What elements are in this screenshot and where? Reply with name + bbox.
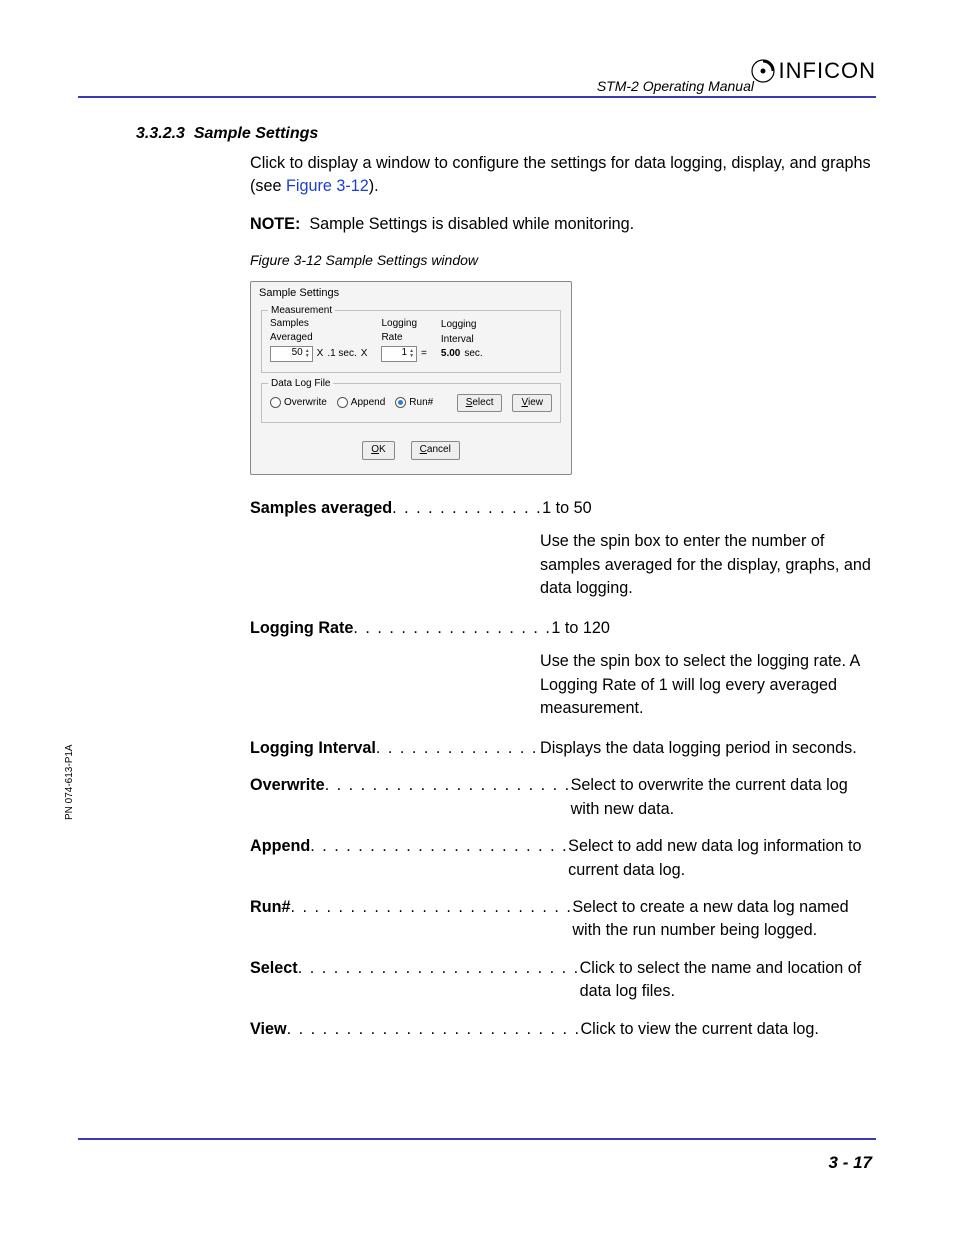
leader-dots: . . . . . . . . . . . . . bbox=[392, 497, 542, 520]
leader-dots: . . . . . . . . . . . . . . . . . . . . … bbox=[290, 896, 572, 919]
def-runnum: Run# . . . . . . . . . . . . . . . . . .… bbox=[250, 896, 880, 943]
def-samples-averaged: Samples averaged . . . . . . . . . . . .… bbox=[250, 497, 880, 520]
logging-rate-label-1: Logging bbox=[381, 317, 417, 332]
cancel-button-rest: ancel bbox=[427, 444, 451, 455]
leader-dots: . . . . . . . . . . . . . . . . . bbox=[353, 617, 551, 640]
term-runnum: Run# bbox=[250, 896, 290, 919]
def-logging-rate: Logging Rate . . . . . . . . . . . . . .… bbox=[250, 617, 880, 640]
note-paragraph: NOTE: Sample Settings is disabled while … bbox=[250, 213, 880, 236]
figure-caption: Figure 3-12 Sample Settings window bbox=[250, 250, 880, 270]
radio-icon bbox=[270, 397, 281, 408]
datalog-group-label: Data Log File bbox=[268, 377, 333, 392]
val-select: Click to select the name and location of… bbox=[580, 957, 880, 1004]
figure-link[interactable]: Figure 3-12 bbox=[286, 177, 369, 195]
val-logging-interval: Displays the data logging period in seco… bbox=[540, 737, 880, 760]
term-select: Select bbox=[250, 957, 298, 980]
page-number: 3 - 17 bbox=[829, 1153, 872, 1173]
leader-dots: . . . . . . . . . . . . . . . . . . . . … bbox=[310, 835, 568, 858]
def-select: Select. . . . . . . . . . . . . . . . . … bbox=[250, 957, 880, 1004]
desc-samples-averaged: Use the spin box to enter the number of … bbox=[540, 530, 880, 600]
select-button-rest: elect bbox=[472, 397, 493, 408]
val-logging-rate: 1 to 120 bbox=[551, 617, 880, 640]
term-logging-rate: Logging Rate bbox=[250, 617, 353, 640]
logging-rate-value: 1 bbox=[402, 346, 408, 361]
samples-averaged-value: 50 bbox=[292, 346, 303, 361]
header-rule bbox=[78, 96, 876, 98]
sample-settings-dialog: Sample Settings Measurement Samples Aver… bbox=[250, 281, 572, 475]
leader-dots: . . . . . . . . . . . . . . . . . . . . … bbox=[287, 1018, 581, 1041]
def-view: View . . . . . . . . . . . . . . . . . .… bbox=[250, 1018, 880, 1041]
leader-dots: . . . . . . . . . . . . . . . . . . . . … bbox=[298, 957, 580, 980]
mult-x-1: X bbox=[317, 347, 324, 362]
def-append: Append . . . . . . . . . . . . . . . . .… bbox=[250, 835, 880, 882]
radio-icon bbox=[395, 397, 406, 408]
sec-label-1: .1 sec. bbox=[327, 347, 356, 362]
radio-icon bbox=[337, 397, 348, 408]
def-overwrite: Overwrite. . . . . . . . . . . . . . . .… bbox=[250, 774, 880, 821]
desc-logging-rate: Use the spin box to select the logging r… bbox=[540, 650, 880, 720]
def-logging-interval: Logging Interval . . . . . . . . . . . .… bbox=[250, 737, 880, 760]
leader-dots: . . . . . . . . . . . . . . bbox=[376, 737, 540, 760]
part-number: PN 074-613-P1A bbox=[64, 744, 75, 820]
measurement-group-label: Measurement bbox=[268, 304, 335, 319]
append-radio-label: Append bbox=[351, 396, 385, 411]
val-append: Select to add new data log information t… bbox=[568, 835, 880, 882]
logging-interval-label-1: Logging bbox=[441, 318, 483, 333]
ok-button-rest: K bbox=[379, 444, 386, 455]
note-text: Sample Settings is disabled while monito… bbox=[309, 215, 634, 233]
inficon-icon bbox=[751, 59, 775, 83]
term-view: View bbox=[250, 1018, 287, 1041]
term-samples-averaged: Samples averaged bbox=[250, 497, 392, 520]
view-button-rest: iew bbox=[528, 397, 543, 408]
term-overwrite: Overwrite bbox=[250, 774, 325, 797]
append-radio[interactable]: Append bbox=[337, 396, 385, 411]
footer-rule bbox=[78, 1138, 876, 1140]
overwrite-radio[interactable]: Overwrite bbox=[270, 396, 327, 411]
spin-arrows-icon[interactable]: ▲▼ bbox=[409, 349, 414, 359]
val-view: Click to view the current data log. bbox=[580, 1018, 880, 1041]
view-button[interactable]: View bbox=[512, 394, 552, 413]
mult-x-2: X bbox=[361, 347, 368, 362]
samples-averaged-label-2: Averaged bbox=[270, 331, 313, 346]
logging-rate-spin[interactable]: 1 ▲▼ bbox=[381, 346, 417, 362]
measurement-group: Measurement Samples Averaged 50 ▲▼ X bbox=[261, 310, 561, 373]
section-heading: 3.3.2.3 Sample Settings bbox=[136, 125, 318, 143]
leader-dots: . . . . . . . . . . . . . . . . . . . . … bbox=[325, 774, 571, 797]
runnum-radio[interactable]: Run# bbox=[395, 396, 433, 411]
spin-arrows-icon[interactable]: ▲▼ bbox=[305, 349, 310, 359]
samples-averaged-label-1: Samples bbox=[270, 317, 313, 332]
cancel-button[interactable]: Cancel bbox=[411, 441, 460, 460]
val-samples-averaged: 1 to 50 bbox=[542, 497, 880, 520]
sec-label-2: sec. bbox=[464, 347, 482, 362]
doc-title: STM-2 Operating Manual bbox=[597, 78, 754, 94]
section-title: Sample Settings bbox=[194, 125, 318, 142]
runnum-radio-label: Run# bbox=[409, 396, 433, 411]
samples-averaged-spin[interactable]: 50 ▲▼ bbox=[270, 346, 313, 362]
logging-interval-value: 5.00 bbox=[441, 347, 460, 362]
term-logging-interval: Logging Interval bbox=[250, 737, 376, 760]
brand-text: INFICON bbox=[779, 58, 876, 84]
note-label: NOTE: bbox=[250, 215, 300, 233]
intro-paragraph: Click to display a window to configure t… bbox=[250, 152, 880, 199]
datalog-group: Data Log File Overwrite Append Run# bbox=[261, 383, 561, 424]
intro-text-b: ). bbox=[369, 177, 379, 195]
select-button[interactable]: Select bbox=[457, 394, 503, 413]
brand-logo: INFICON bbox=[751, 58, 876, 84]
val-runnum: Select to create a new data log named wi… bbox=[572, 896, 880, 943]
section-number: 3.3.2.3 bbox=[136, 125, 185, 142]
val-overwrite: Select to overwrite the current data log… bbox=[571, 774, 880, 821]
equals-label: = bbox=[421, 347, 427, 362]
term-append: Append bbox=[250, 835, 310, 858]
logging-interval-label-2: Interval bbox=[441, 333, 483, 348]
logging-rate-label-2: Rate bbox=[381, 331, 417, 346]
ok-button[interactable]: OK bbox=[362, 441, 394, 460]
overwrite-radio-label: Overwrite bbox=[284, 396, 327, 411]
